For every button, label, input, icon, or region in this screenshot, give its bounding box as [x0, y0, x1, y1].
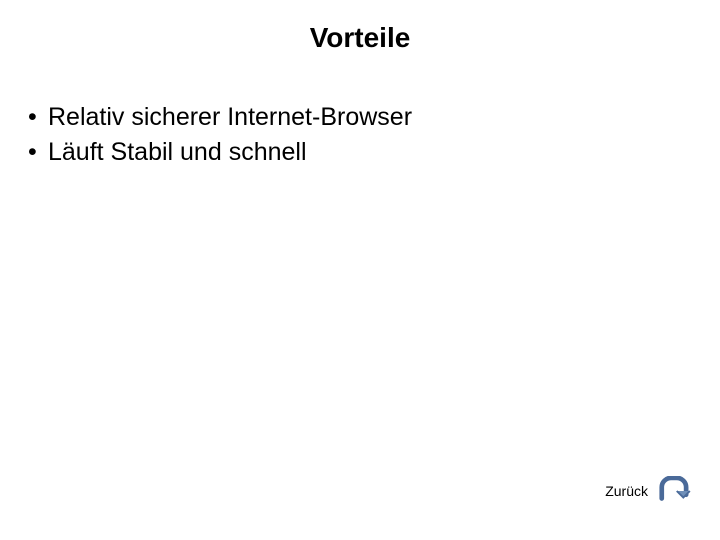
bullet-text: Relativ sicherer Internet-Browser: [48, 100, 412, 135]
back-button[interactable]: Zurück: [605, 476, 692, 506]
back-label: Zurück: [605, 483, 648, 499]
list-item: • Relativ sicherer Internet-Browser: [28, 100, 412, 135]
bullet-dot-icon: •: [28, 100, 48, 135]
slide-title: Vorteile: [0, 22, 720, 54]
bullet-list: • Relativ sicherer Internet-Browser • Lä…: [28, 100, 412, 170]
bullet-text: Läuft Stabil und schnell: [48, 135, 307, 170]
u-turn-arrow-icon: [654, 476, 692, 506]
list-item: • Läuft Stabil und schnell: [28, 135, 412, 170]
bullet-dot-icon: •: [28, 135, 48, 170]
